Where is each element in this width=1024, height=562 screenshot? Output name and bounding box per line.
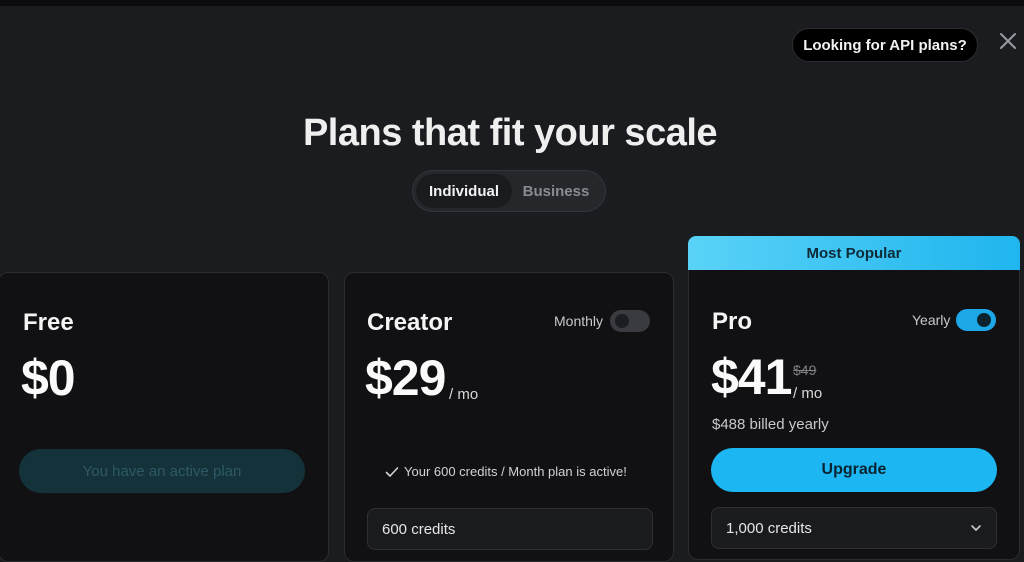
close-icon[interactable]: [996, 29, 1020, 53]
active-plan-note: Your 600 credits / Month plan is active!: [385, 464, 627, 479]
creator-plan-card: Creator Monthly $29 / mo Your 600 credit…: [344, 272, 674, 562]
price-period: / mo: [793, 385, 823, 402]
plan-type-switch: Individual Business: [412, 170, 606, 212]
active-plan-button: You have an active plan: [19, 449, 305, 493]
toggle-knob: [615, 314, 629, 328]
plan-price: $41: [711, 349, 792, 405]
page-title: Plans that fit your scale: [302, 112, 718, 154]
billing-note: $488 billed yearly: [712, 416, 829, 433]
billing-period-label: Monthly: [554, 313, 604, 329]
active-plan-note-text: Your 600 credits / Month plan is active!: [404, 464, 627, 479]
price-period: / mo: [449, 386, 479, 403]
upgrade-button[interactable]: Upgrade: [711, 448, 997, 492]
plan-price: $0: [21, 350, 76, 406]
plan-name: Pro: [712, 308, 753, 335]
original-price: $49: [793, 362, 817, 378]
billing-toggle[interactable]: [956, 309, 996, 331]
plan-name: Creator: [367, 309, 453, 336]
most-popular-badge: Most Popular: [688, 236, 1020, 270]
plan-price: $29: [365, 350, 446, 406]
pro-plan-card: Pro Yearly $41 $49 / mo $488 billed year…: [688, 270, 1020, 560]
chevron-down-icon: [971, 525, 981, 531]
api-plans-label: Looking for API plans?: [803, 36, 967, 54]
billing-toggle[interactable]: [610, 310, 650, 332]
credits-value: 600 credits: [382, 520, 456, 538]
badge-label: Most Popular: [806, 244, 902, 262]
api-plans-link[interactable]: Looking for API plans?: [792, 28, 978, 62]
credits-value: 1,000 credits: [726, 519, 812, 537]
free-plan-card: Free $0 You have an active plan: [0, 272, 329, 562]
check-icon: [385, 466, 399, 477]
toggle-knob: [977, 313, 991, 327]
credits-select[interactable]: 600 credits: [367, 508, 653, 550]
tab-individual[interactable]: Individual: [416, 174, 512, 208]
tab-business[interactable]: Business: [512, 174, 600, 208]
billing-period-label: Yearly: [912, 312, 951, 328]
plan-name: Free: [23, 309, 74, 336]
credits-select[interactable]: 1,000 credits: [711, 507, 997, 549]
top-bar: [0, 0, 1024, 6]
